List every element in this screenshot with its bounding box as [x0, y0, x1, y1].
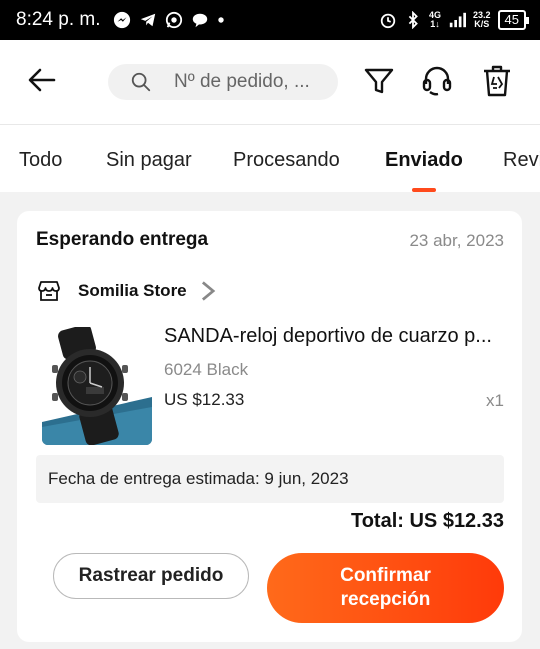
status-bar: 8:24 p. m. 4G 1↓ 23.2 K/S 45 [0, 0, 540, 40]
chat-bubble-icon [192, 13, 207, 28]
search-input[interactable]: Nº de pedido, ... [108, 64, 338, 100]
search-placeholder: Nº de pedido, ... [174, 71, 310, 92]
store-name: Somilia Store [78, 281, 187, 300]
delivery-estimate: Fecha de entrega estimada: 9 jun, 2023 [36, 455, 504, 503]
chevron-right-icon [201, 281, 215, 301]
watch-image [42, 327, 152, 445]
product-variant: 6024 Black [164, 360, 249, 379]
product-price: US $12.33 [164, 390, 245, 409]
signal-icon [449, 12, 466, 28]
network-type: 4G 1↓ [428, 10, 441, 29]
app-header: Nº de pedido, ... [0, 40, 540, 124]
tab-sin-pagar[interactable]: Sin pagar [106, 149, 192, 172]
alarm-icon [380, 13, 396, 29]
order-card[interactable]: Esperando entrega 23 abr, 2023 Somilia S… [17, 211, 522, 642]
product-title[interactable]: SANDA-reloj deportivo de cuarzo p... [164, 325, 504, 348]
back-arrow-icon[interactable] [26, 64, 58, 96]
system-icons: 4G 1↓ 23.2 K/S 45 [379, 10, 530, 30]
filter-icon[interactable] [362, 64, 396, 98]
store-icon [38, 281, 60, 301]
tab-procesando[interactable]: Procesando [233, 149, 340, 172]
track-order-button[interactable]: Rastrear pedido [53, 553, 249, 599]
notification-icons [113, 11, 225, 29]
confirm-receipt-button[interactable]: Confirmar recepción [267, 553, 504, 623]
store-link[interactable]: Somilia Store [36, 279, 221, 303]
order-total: Total: US $12.33 [350, 510, 504, 532]
order-status: Esperando entrega [36, 229, 209, 250]
tab-enviado[interactable]: Enviado [385, 149, 463, 172]
headset-icon[interactable] [420, 64, 454, 98]
order-date: 23 abr, 2023 [409, 231, 504, 250]
network-speed: 23.2 K/S [473, 10, 491, 29]
bluetooth-icon [408, 11, 418, 29]
notification-dot-icon [217, 17, 224, 23]
product-image[interactable] [42, 327, 152, 445]
order-status-tabs: Todo Sin pagar Procesando Enviado Revi [0, 124, 540, 192]
tab-todo[interactable]: Todo [19, 149, 62, 172]
product-quantity: x1 [486, 391, 504, 410]
telegram-icon [140, 13, 155, 27]
battery-indicator: 45 [497, 10, 530, 30]
active-tab-indicator [412, 188, 436, 192]
messenger-icon [113, 11, 130, 29]
status-time: 8:24 p. m. [16, 9, 101, 30]
search-icon [131, 72, 151, 92]
tab-reviews[interactable]: Revi [503, 149, 540, 172]
trash-icon[interactable] [480, 64, 514, 98]
whatsapp-icon [165, 11, 182, 29]
